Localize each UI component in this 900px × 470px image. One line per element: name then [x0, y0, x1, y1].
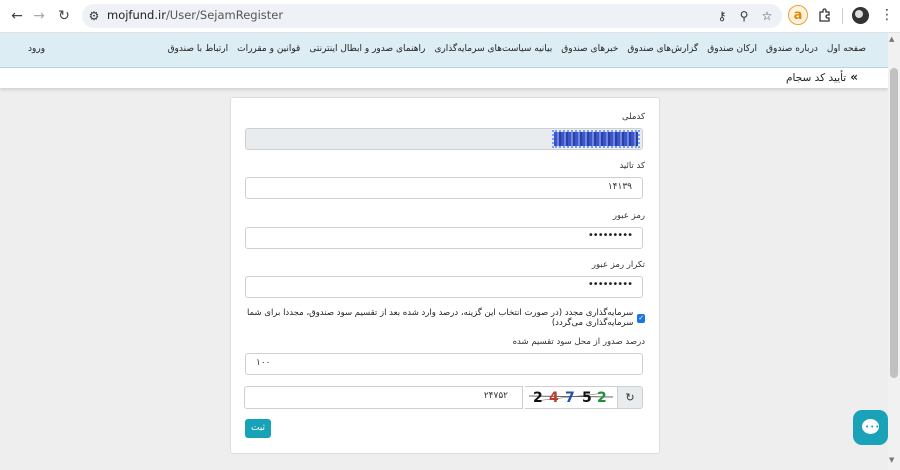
more-menu-icon[interactable]: ⋮: [880, 7, 894, 23]
menu-item-online-guide[interactable]: راهنمای صدور و ابطال اینترنتی: [309, 44, 425, 54]
reinvest-checkbox[interactable]: ✓: [637, 313, 645, 323]
breadcrumb: »تأیید کد سجام: [0, 68, 888, 88]
back-icon[interactable]: ←: [8, 7, 26, 25]
extensions-puzzle-icon[interactable]: [817, 7, 833, 23]
percent-input[interactable]: ۱۰۰: [245, 353, 643, 375]
sejam-register-form: کدملی کد تائید ۱۴۱۳۹ رمز عبور ••••••••• …: [230, 97, 660, 454]
chat-bubble-icon: •••: [865, 423, 881, 431]
url-text[interactable]: mojfund.ir/User/SejamRegister: [107, 8, 283, 22]
captcha-digit: 2: [597, 390, 607, 406]
site-settings-icon[interactable]: ⚙: [86, 8, 102, 24]
password-repeat-label: تکرار رمز عبور: [591, 260, 645, 270]
captcha-digit: 4: [549, 390, 559, 406]
breadcrumb-arrow-icon: »: [850, 70, 858, 84]
captcha-input[interactable]: ۲۴۷۵۲: [244, 386, 523, 409]
confirm-code-input[interactable]: ۱۴۱۳۹: [245, 177, 643, 199]
captcha-group: ۲۴۷۵۲ 2 4 7 5 2 ↻: [244, 386, 643, 409]
extension-icon[interactable]: a: [788, 5, 808, 25]
reinvest-label: سرمایه‌گذاری مجدد (در صورت انتخاب این گز…: [246, 308, 634, 328]
main-menu: صفحه اول درباره صندوق ارکان صندوق گزارش‌…: [159, 44, 866, 54]
menu-item-pillars[interactable]: ارکان صندوق: [707, 44, 757, 54]
national-code-label: کدملی: [622, 112, 645, 122]
menu-item-home[interactable]: صفحه اول: [827, 44, 866, 54]
toolbar-divider: [842, 8, 843, 24]
captcha-image: 2 4 7 5 2: [525, 386, 617, 409]
menu-item-about[interactable]: درباره صندوق: [766, 44, 818, 54]
bookmark-star-icon[interactable]: ☆: [759, 8, 775, 24]
submit-button[interactable]: ثبت: [245, 419, 271, 438]
percent-label: درصد صدور از محل سود تقسیم شده: [512, 337, 645, 347]
menu-item-investment-policy[interactable]: بیانیه سیاست‌های سرمایه‌گذاری: [434, 44, 552, 54]
menu-item-contact[interactable]: ارتباط با صندوق: [168, 44, 229, 54]
chat-support-button[interactable]: •••: [853, 410, 888, 445]
reload-icon[interactable]: ↻: [55, 7, 73, 25]
profile-avatar-icon[interactable]: [852, 7, 869, 24]
menu-item-reports[interactable]: گزارش‌های صندوق: [627, 44, 698, 54]
menu-item-news[interactable]: خبرهای صندوق: [561, 44, 618, 54]
password-repeat-input[interactable]: •••••••••: [245, 276, 643, 298]
captcha-refresh-icon[interactable]: ↻: [617, 386, 643, 409]
menu-item-regulations[interactable]: قوانین و مقررات: [237, 44, 300, 54]
captcha-digit: 2: [533, 390, 543, 406]
address-bar[interactable]: ⚙ mojfund.ir/User/SejamRegister ⚷ ⚲ ☆: [82, 4, 782, 28]
forward-icon[interactable]: →: [30, 7, 48, 25]
scrollbar-thumb[interactable]: [890, 68, 898, 378]
page-title: »تأیید کد سجام: [786, 70, 858, 84]
reinvest-option[interactable]: ✓ سرمایه‌گذاری مجدد (در صورت انتخاب این …: [231, 308, 645, 328]
scroll-up-icon[interactable]: ▲: [889, 35, 894, 43]
captcha-digit: 5: [582, 390, 592, 406]
browser-toolbar: ← → ↻ ⚙ mojfund.ir/User/SejamRegister ⚷ …: [0, 0, 900, 33]
zoom-icon[interactable]: ⚲: [736, 8, 752, 24]
site-navbar: صفحه اول درباره صندوق ارکان صندوق گزارش‌…: [0, 33, 888, 69]
password-label: رمز عبور: [612, 211, 645, 221]
login-link[interactable]: ورود: [28, 44, 45, 54]
national-code-field: [245, 128, 643, 150]
redacted-value: [552, 130, 640, 148]
confirm-code-label: کد تائید: [619, 161, 645, 171]
scroll-down-icon[interactable]: ▼: [889, 456, 894, 464]
captcha-digit: 7: [565, 390, 575, 406]
password-key-icon[interactable]: ⚷: [714, 8, 730, 24]
password-input[interactable]: •••••••••: [245, 227, 643, 249]
